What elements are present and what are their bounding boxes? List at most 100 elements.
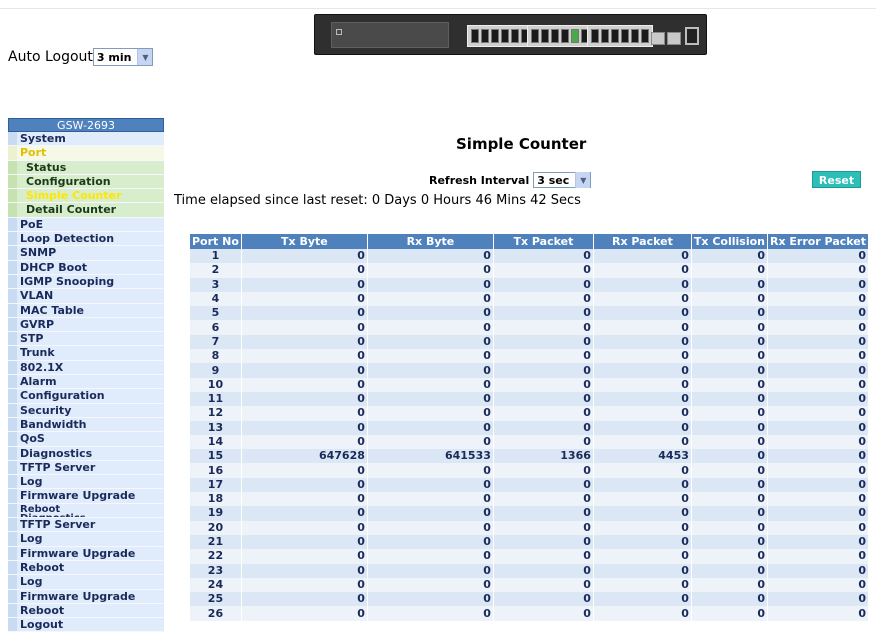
counter-cell: 0 bbox=[367, 577, 494, 593]
sidebar-item-logout[interactable]: Logout bbox=[8, 618, 164, 633]
sidebar-item-tftp-server[interactable]: TFTP Server bbox=[8, 518, 164, 533]
sidebar-item-simple-counter[interactable]: Simple Counter bbox=[8, 189, 164, 204]
sidebar-item-firmware-upgrade[interactable]: Firmware Upgrade bbox=[8, 546, 164, 561]
counter-cell: 0 bbox=[367, 334, 494, 350]
port-number-cell: 17 bbox=[190, 477, 242, 493]
sidebar-item-bandwidth[interactable]: Bandwidth bbox=[8, 417, 164, 433]
counter-cell: 0 bbox=[691, 606, 768, 621]
sidebar-item-configuration[interactable]: Configuration bbox=[8, 174, 164, 190]
table-row: 17 0 0 0 0 0 0 bbox=[190, 477, 870, 493]
counter-cell: 0 bbox=[241, 391, 368, 407]
counter-cell: 0 bbox=[593, 506, 692, 521]
counter-cell: 0 bbox=[593, 606, 692, 621]
counter-cell: 0 bbox=[691, 563, 768, 578]
counter-cell: 0 bbox=[593, 334, 692, 350]
sidebar-item-firmware-upgrade[interactable]: Firmware Upgrade bbox=[8, 489, 164, 504]
counter-cell: 0 bbox=[767, 477, 870, 493]
sidebar-item-alarm[interactable]: Alarm bbox=[8, 375, 164, 390]
counter-cell: 0 bbox=[241, 520, 368, 535]
counter-cell: 0 bbox=[493, 463, 594, 478]
counter-cell: 0 bbox=[241, 606, 368, 621]
sidebar-item-status[interactable]: Status bbox=[8, 160, 164, 175]
counter-cell: 0 bbox=[241, 320, 368, 335]
sidebar-item-802-1x[interactable]: 802.1X bbox=[8, 360, 164, 376]
sidebar-item-log[interactable]: Log bbox=[8, 475, 164, 490]
counter-cell: 0 bbox=[691, 592, 768, 607]
sidebar-item-detail-counter[interactable]: Detail Counter bbox=[8, 203, 164, 218]
counter-cell: 0 bbox=[241, 477, 368, 493]
port-number-cell: 18 bbox=[190, 492, 242, 507]
table-row: 14 0 0 0 0 0 0 bbox=[190, 434, 870, 450]
auto-logout-select[interactable]: 3 min ▼ bbox=[92, 48, 154, 66]
chevron-down-icon[interactable]: ▼ bbox=[575, 172, 591, 188]
sidebar-menu: System Port Status Configuration Simple Coun… bbox=[8, 132, 164, 633]
counter-cell: 0 bbox=[367, 463, 494, 478]
counter-cell: 0 bbox=[367, 306, 494, 321]
counter-cell: 0 bbox=[593, 577, 692, 593]
sidebar-item-reboot[interactable]: Reboot bbox=[8, 603, 164, 619]
refresh-interval-select[interactable]: 3 sec ▼ bbox=[533, 172, 592, 188]
table-row: 26 0 0 0 0 0 0 bbox=[190, 606, 870, 621]
sidebar-item-security[interactable]: Security bbox=[8, 403, 164, 418]
counter-cell: 0 bbox=[767, 434, 870, 450]
switch-image bbox=[314, 14, 707, 55]
counter-cell: 0 bbox=[593, 320, 692, 335]
counter-cell: 0 bbox=[593, 463, 692, 478]
counter-cell: 0 bbox=[367, 477, 494, 493]
auto-logout-value: 3 min bbox=[96, 50, 132, 64]
sidebar-item-dhcp-boot[interactable]: DHCP Boot bbox=[8, 260, 164, 275]
sidebar-item-diagnostics[interactable]: Diagnostics bbox=[8, 446, 164, 461]
sidebar-item-configuration[interactable]: Configuration bbox=[8, 389, 164, 404]
sidebar-item-vlan[interactable]: VLAN bbox=[8, 289, 164, 304]
counter-cell: 0 bbox=[593, 291, 692, 307]
sidebar-item-trunk[interactable]: Trunk bbox=[8, 346, 164, 361]
counter-cell: 0 bbox=[493, 349, 594, 364]
sidebar-item-firmware-upgrade[interactable]: Firmware Upgrade bbox=[8, 589, 164, 604]
counter-cell: 0 bbox=[691, 349, 768, 364]
sidebar-item-snmp[interactable]: SNMP bbox=[8, 246, 164, 261]
table-row: 11 0 0 0 0 0 0 bbox=[190, 391, 870, 407]
counter-cell: 0 bbox=[593, 563, 692, 578]
sidebar-item-port[interactable]: Port bbox=[8, 146, 164, 161]
counter-cell: 0 bbox=[493, 477, 594, 493]
counter-cell: 0 bbox=[767, 563, 870, 578]
sidebar-item-igmp-snooping[interactable]: IGMP Snooping bbox=[8, 274, 164, 290]
reset-button[interactable]: Reset bbox=[812, 171, 861, 188]
counter-cell: 0 bbox=[691, 249, 768, 264]
sidebar-item-stp[interactable]: STP bbox=[8, 332, 164, 347]
sidebar-item-log[interactable]: Log bbox=[8, 532, 164, 547]
counter-cell: 0 bbox=[691, 434, 768, 450]
counter-cell: 0 bbox=[691, 477, 768, 493]
table-row: 19 0 0 0 0 0 0 bbox=[190, 506, 870, 521]
sidebar-item-reboot-diagnostics[interactable]: RebootDiagnostics bbox=[8, 503, 164, 519]
counter-cell: 0 bbox=[767, 320, 870, 335]
sidebar-item-mac-table[interactable]: MAC Table bbox=[8, 303, 164, 318]
counter-cell: 0 bbox=[691, 406, 768, 421]
counter-cell: 0 bbox=[367, 363, 494, 378]
counter-cell: 0 bbox=[767, 334, 870, 350]
counter-cell: 0 bbox=[241, 363, 368, 378]
sidebar-item-poe[interactable]: PoE bbox=[8, 217, 164, 233]
sidebar-item-system[interactable]: System bbox=[8, 132, 164, 147]
port-number-cell: 5 bbox=[190, 306, 242, 321]
sidebar-item-reboot[interactable]: Reboot bbox=[8, 560, 164, 576]
sidebar-item-loop-detection[interactable]: Loop Detection bbox=[8, 232, 164, 247]
chevron-down-icon[interactable]: ▼ bbox=[137, 49, 153, 65]
counter-cell: 0 bbox=[493, 406, 594, 421]
sidebar-item-log[interactable]: Log bbox=[8, 575, 164, 590]
counter-cell: 0 bbox=[593, 549, 692, 564]
counter-cell: 0 bbox=[493, 506, 594, 521]
counter-cell: 0 bbox=[593, 420, 692, 435]
auto-logout-label: Auto Logout bbox=[8, 49, 93, 65]
counter-cell: 0 bbox=[593, 434, 692, 450]
sidebar-item-qos[interactable]: QoS bbox=[8, 432, 164, 447]
sidebar-item-gvrp[interactable]: GVRP bbox=[8, 317, 164, 333]
counter-cell: 647628 bbox=[241, 449, 368, 464]
counter-cell: 0 bbox=[593, 263, 692, 278]
sidebar-item-tftp-server[interactable]: TFTP Server bbox=[8, 460, 164, 476]
counter-cell: 0 bbox=[493, 291, 594, 307]
table-row: 6000000 bbox=[190, 320, 870, 335]
sfp-slot-3 bbox=[685, 27, 699, 45]
port-number-cell: 3 bbox=[190, 277, 242, 292]
counter-cell: 0 bbox=[367, 249, 494, 264]
